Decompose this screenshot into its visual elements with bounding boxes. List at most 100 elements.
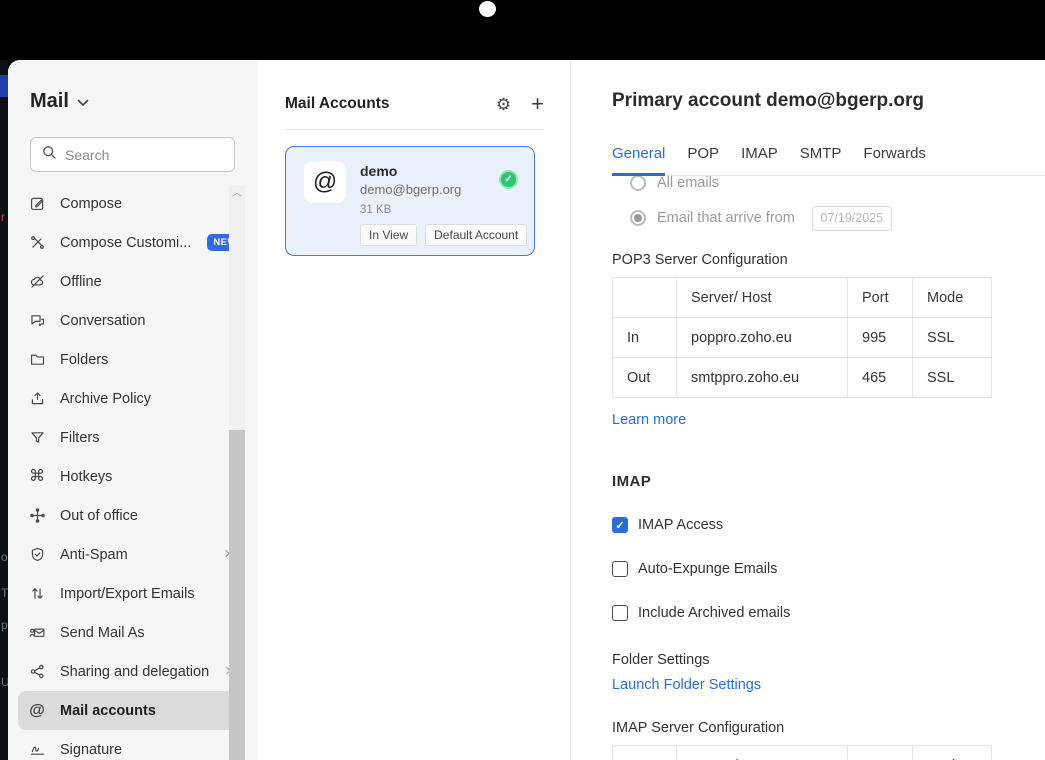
sidebar-item-label: Offline — [60, 274, 102, 290]
tab-general[interactable]: General — [612, 145, 665, 176]
include-archived-checkbox-row[interactable]: Include Archived emails — [612, 604, 1045, 622]
radio-label: All emails — [657, 176, 719, 191]
sidebar-item-mail-accounts[interactable]: @ Mail accounts — [18, 691, 243, 730]
panel-title: Mail Accounts — [285, 95, 390, 113]
sidebar-item-send-mail-as[interactable]: Send Mail As — [18, 613, 243, 652]
sidebar-item-label: Import/Export Emails — [60, 586, 195, 602]
page-title: Primary account demo@bgerp.org — [612, 90, 1045, 112]
sidebar-item-label: Archive Policy — [60, 391, 151, 407]
sidebar-item-label: Compose Customi... — [60, 235, 191, 251]
offline-icon — [28, 273, 46, 291]
gear-icon[interactable]: ⚙ — [496, 96, 511, 113]
sidebar-item-label: Signature — [60, 742, 122, 758]
sidebar-item-compose[interactable]: Compose — [18, 184, 243, 223]
radio-selected-icon[interactable] — [630, 210, 646, 226]
sidebar-item-label: Mail accounts — [60, 703, 156, 719]
sidebar-item-hotkeys[interactable]: ⌘ Hotkeys — [18, 457, 243, 496]
checkbox-unchecked-icon[interactable] — [612, 605, 628, 621]
settings-sidebar: Mail Compose Compose Customi... NEW — [8, 60, 257, 760]
table-row: Out smtppro.zoho.eu 465 SSL — [613, 358, 992, 398]
table-header-cell: Server/ Host — [677, 746, 848, 760]
default-account-badge: Default Account — [425, 224, 527, 246]
launch-folder-settings-link[interactable]: Launch Folder Settings — [612, 677, 761, 693]
background-text-fragment: T — [1, 586, 8, 600]
send-mail-as-icon — [28, 624, 46, 642]
signature-icon — [28, 741, 46, 759]
date-input[interactable]: 07/19/2025 — [812, 206, 892, 231]
tab-forwards[interactable]: Forwards — [863, 145, 926, 175]
tab-imap[interactable]: IMAP — [741, 145, 778, 175]
sidebar-item-label: Sharing and delegation — [60, 664, 209, 680]
table-cell: SSL — [913, 358, 992, 398]
sidebar-item-archive-policy[interactable]: Archive Policy — [18, 379, 243, 418]
emails-arrive-from-option[interactable]: Email that arrive from 07/19/2025 — [630, 205, 1045, 231]
sidebar-item-conversation[interactable]: Conversation — [18, 301, 243, 340]
settings-window: Mail Compose Compose Customi... NEW — [8, 60, 1045, 760]
add-account-button[interactable]: + — [531, 93, 544, 115]
share-icon — [28, 663, 46, 681]
sidebar-item-label: Hotkeys — [60, 469, 112, 485]
import-export-icon — [28, 585, 46, 603]
archive-icon — [28, 390, 46, 408]
table-header-cell: Mode — [913, 746, 992, 760]
search-input[interactable] — [65, 147, 246, 163]
sidebar-item-label: Filters — [60, 430, 99, 446]
search-icon — [41, 144, 57, 165]
radio-unselected-icon[interactable] — [630, 176, 646, 191]
scroll-up-arrow-icon[interactable]: ︿ — [229, 187, 245, 201]
checkbox-checked-icon[interactable]: ✓ — [612, 517, 628, 533]
mail-accounts-panel: Mail Accounts ⚙ + @ demo demo@bgerp.org … — [257, 60, 571, 760]
auto-expunge-checkbox-row[interactable]: Auto-Expunge Emails — [612, 560, 1045, 578]
sidebar-item-sharing-delegation[interactable]: Sharing and delegation — [18, 652, 243, 691]
table-cell: In — [613, 318, 677, 358]
pop-fetch-options: All emails Email that arrive from 07/19/… — [612, 176, 1045, 231]
imap-access-checkbox-row[interactable]: ✓ IMAP Access — [612, 516, 1045, 534]
table-header-cell — [613, 746, 677, 760]
verified-check-icon: ✓ — [499, 170, 518, 189]
filter-icon — [28, 429, 46, 447]
folder-icon — [28, 351, 46, 369]
table-cell: 465 — [848, 358, 913, 398]
all-emails-option[interactable]: All emails — [630, 176, 1045, 196]
sidebar-item-compose-customization[interactable]: Compose Customi... NEW — [18, 223, 243, 262]
tab-smtp[interactable]: SMTP — [800, 145, 842, 175]
sidebar-item-label: Send Mail As — [60, 625, 145, 641]
imap-section-title: IMAP — [612, 473, 1045, 490]
account-card[interactable]: @ demo demo@bgerp.org 31 KB In View Defa… — [285, 146, 535, 256]
sidebar-item-label: Conversation — [60, 313, 145, 329]
app-switcher[interactable]: Mail — [30, 90, 257, 113]
loading-dot — [479, 1, 496, 17]
sidebar-item-label: Anti-Spam — [60, 547, 128, 563]
checkbox-label: Include Archived emails — [638, 605, 790, 621]
table-header-cell — [613, 278, 677, 318]
checkbox-label: IMAP Access — [638, 517, 723, 533]
table-cell: SSL — [913, 318, 992, 358]
account-size: 31 KB — [360, 204, 527, 216]
sidebar-scrollbar-thumb[interactable] — [229, 430, 245, 760]
account-avatar: @ — [304, 161, 346, 203]
sidebar-item-signature[interactable]: Signature — [18, 730, 243, 760]
table-header-cell: Server/ Host — [677, 278, 848, 318]
table-header-cell: Mode — [913, 278, 992, 318]
search-box[interactable] — [30, 137, 235, 172]
sidebar-item-out-of-office[interactable]: Out of office — [18, 496, 243, 535]
table-cell: poppro.zoho.eu — [677, 318, 848, 358]
checkbox-unchecked-icon[interactable] — [612, 561, 628, 577]
compose-icon — [28, 195, 46, 213]
sidebar-item-anti-spam[interactable]: Anti-Spam — [18, 535, 243, 574]
divider — [285, 129, 544, 130]
imap-config-title: IMAP Server Configuration — [612, 720, 1045, 736]
sidebar-item-folders[interactable]: Folders — [18, 340, 243, 379]
table-row: In poppro.zoho.eu 995 SSL — [613, 318, 992, 358]
out-of-office-icon — [28, 507, 46, 525]
top-black-bar — [0, 0, 1045, 60]
learn-more-link[interactable]: Learn more — [612, 412, 686, 428]
sidebar-item-filters[interactable]: Filters — [18, 418, 243, 457]
table-cell: Out — [613, 358, 677, 398]
sidebar-item-label: Folders — [60, 352, 108, 368]
background-text-fragment: U — [1, 675, 8, 689]
sidebar-item-import-export[interactable]: Import/Export Emails — [18, 574, 243, 613]
sidebar-item-offline[interactable]: Offline — [18, 262, 243, 301]
tab-pop[interactable]: POP — [687, 145, 719, 175]
chevron-down-icon — [77, 90, 89, 113]
